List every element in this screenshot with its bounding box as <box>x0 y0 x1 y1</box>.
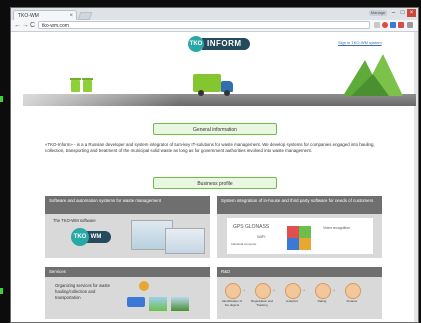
card-system-integration[interactable]: System integration of in-house and third… <box>217 196 382 258</box>
card-title: Software and automation systems for wast… <box>45 196 210 214</box>
rating-icon <box>315 283 331 299</box>
general-information-button[interactable]: General information <box>153 123 277 135</box>
arrow: → <box>331 287 336 293</box>
edge-marker <box>0 288 3 294</box>
sign-in-link[interactable]: Sign in TKO-WM system <box>338 40 382 45</box>
landscape-photo <box>171 297 189 311</box>
card-title: Services <box>45 267 210 277</box>
step-label: Finance <box>346 299 358 303</box>
close-window-button[interactable]: × <box>407 9 416 17</box>
garbage-truck-icon <box>193 74 221 92</box>
card-description: Organizing services for waste hauling/co… <box>55 283 110 300</box>
extension-icon[interactable] <box>390 22 396 28</box>
identification-icon <box>225 283 241 299</box>
puzzle-piece <box>299 238 311 250</box>
back-button[interactable]: ← <box>14 21 21 30</box>
recycling-bin-icon <box>70 78 81 92</box>
finance-icon <box>345 283 361 299</box>
maximize-button[interactable]: □ <box>398 9 407 17</box>
puzzle-piece <box>287 226 299 238</box>
wm-logo-circle: TKO <box>71 228 89 246</box>
puzzle-piece <box>287 238 299 250</box>
truck-wheel <box>198 90 204 96</box>
step-label: Registration and Tracking <box>251 299 273 307</box>
arrow: → <box>271 287 276 293</box>
arrow: → <box>301 287 306 293</box>
tko-inform-logo[interactable]: INFORM TKO <box>188 36 252 52</box>
word-wifi: WIFI <box>257 234 266 239</box>
intro-paragraph: «TKO-Inform» - is a a Russian developer … <box>45 142 375 153</box>
minimize-button[interactable]: – <box>389 9 398 17</box>
card-title: R&D <box>217 267 382 277</box>
step-label: Rating <box>317 299 327 303</box>
new-tab-button[interactable] <box>77 12 93 20</box>
browser-window: TKO-WM × Manage – □ × ← → C tko-wm.com I… <box>10 7 419 323</box>
step-label: Analytics <box>285 299 298 303</box>
logo-circle: TKO <box>188 36 204 52</box>
word-video: Video recognition <box>323 226 350 230</box>
card-title: System integration of in-house and third… <box>217 196 382 214</box>
opera-icon[interactable] <box>382 22 388 28</box>
title-bar: TKO-WM × Manage – □ × <box>11 8 418 20</box>
registration-icon <box>255 283 271 299</box>
business-profile-button[interactable]: Business profile <box>153 177 277 189</box>
card-subtitle: The TKO-WM software <box>53 218 96 223</box>
arrow: → <box>241 287 246 293</box>
word-industrial: Industrial computer <box>231 242 257 246</box>
tab-title: TKO-WM <box>18 13 39 19</box>
recycling-bin-icon <box>82 78 93 92</box>
person-icon <box>139 281 149 291</box>
reload-button[interactable]: C <box>30 21 35 30</box>
user-badge[interactable]: Manage <box>369 10 387 16</box>
url-input[interactable]: tko-wm.com <box>38 21 370 29</box>
puzzle-piece <box>299 226 311 238</box>
analytics-icon <box>285 283 301 299</box>
key-icon[interactable] <box>374 22 380 28</box>
landfill-mountain-icon <box>343 54 403 96</box>
software-screenshot <box>165 228 205 254</box>
page-content: INFORM TKO Sign in TKO-WM system General… <box>11 32 418 322</box>
card-software[interactable]: Software and automation systems for wast… <box>45 196 210 258</box>
menu-icon[interactable] <box>407 22 413 28</box>
tko-wm-logo: WM TKO <box>71 228 111 246</box>
step-label: Identification of the objects <box>221 299 243 307</box>
card-services[interactable]: Services Organizing services for waste h… <box>45 267 210 319</box>
address-bar: ← → C tko-wm.com <box>11 20 418 32</box>
landscape-photo <box>149 297 167 311</box>
truck-icon <box>127 297 145 307</box>
pdf-extension-icon[interactable] <box>398 22 404 28</box>
logo-text: INFORM <box>202 38 250 50</box>
hero-banner <box>23 54 416 108</box>
forward-button[interactable]: → <box>22 21 29 30</box>
card-rnd[interactable]: R&D → → → → Identification of the object… <box>217 267 382 319</box>
word-gps: GPS GLONASS <box>233 224 270 230</box>
tab-tko-wm[interactable]: TKO-WM × <box>13 10 77 20</box>
edge-marker <box>0 96 3 102</box>
truck-wheel <box>224 90 230 96</box>
integration-diagram: GPS GLONASS Industrial computer WIFI Vid… <box>227 218 373 254</box>
